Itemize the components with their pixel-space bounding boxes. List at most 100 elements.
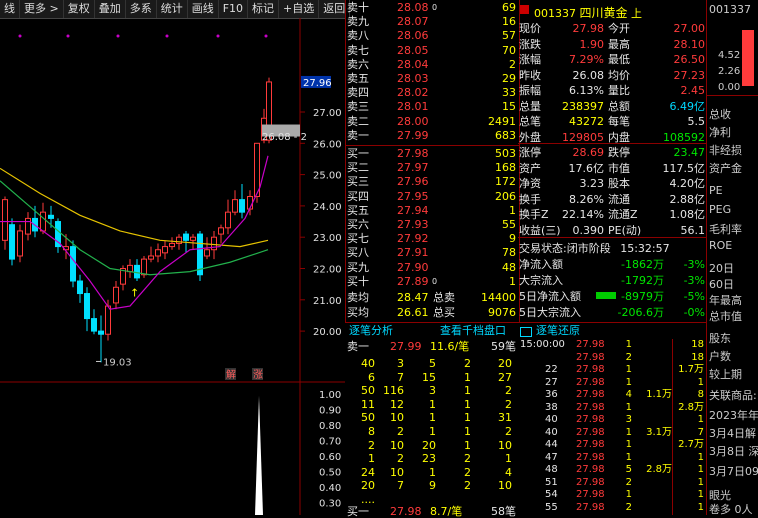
toolbar-item-7[interactable]: F10 [219,0,249,18]
low-label: 19.03 [103,357,132,368]
lower-tick-label: 0.80 [319,421,341,432]
queue-cell: 3 [397,357,404,370]
buy-level-7: 买七 27.92 9 [346,232,516,246]
quote2-row-label: 跌停 [608,146,630,159]
toolbar-item-1[interactable]: 更多 > [20,0,64,18]
book-price: 27.99 [397,128,429,142]
book-price: 27.91 [397,246,429,260]
quote-row-value: 27.98 [572,22,605,35]
quote2-row-label: PE(动) [608,223,642,237]
side-item: 股东 [709,332,731,345]
flow-value: -8979万 [621,290,664,303]
trade-status-label: 交易状态: [519,242,567,255]
avg-total-label: 总买 [433,305,455,319]
side-item: 较上期 [709,368,742,381]
queue-sell1-amount: 11.6/笔 [430,340,470,353]
tab-tick-analysis[interactable]: 逐笔分析 [349,324,393,338]
tab-thousand-depth[interactable]: 查看千档盘口 [440,324,506,338]
candle-body [113,286,119,304]
quote-row-label: 总笔 [519,115,541,128]
tab-tick-restore[interactable]: 逐笔还原 [536,324,580,338]
buy-level-3: 买三 27.96 172 [346,176,516,188]
quote2-row-label: 净资 [519,177,541,190]
book-volume: 16 [502,15,516,29]
tick-count: 18 [691,339,704,350]
toolbar-item-8[interactable]: 标记 [248,0,280,18]
tick-count: 1 [697,376,704,388]
lower-tick-label: 0.30 [319,499,341,510]
book-label: 买二 [347,161,369,175]
flow-row-0: 净流入额 -1862万 -3% [518,258,706,272]
toolbar-item-5[interactable]: 统计 [157,0,188,18]
queue-cell: 27 [498,370,512,384]
lower-tick-label: 0.50 [319,468,341,479]
quote2-row-label: 换手 [519,192,541,206]
queue-sell1-count: 59笔 [491,340,516,353]
book-volume: 2491 [488,114,516,128]
book-label: 卖七 [347,43,369,57]
trade-status-value: 闭市阶段 [566,242,611,255]
book-label: 买三 [347,175,369,189]
candle-body [25,217,31,235]
tick-volume: 1 [625,339,632,350]
book-label: 卖六 [347,57,369,71]
tick-time: 15:00:00 [520,339,565,350]
book-flag: 0 [432,3,438,12]
tick-time: 22 [545,364,558,375]
quote-row-value: 27.23 [673,68,706,82]
side-item: 年最高 [709,294,742,307]
kline-chart[interactable]: 27.00 26.00 25.00 24.00 23.00 22.00 21.00 20.00… [0,18,345,515]
flow-pct: -3% [683,258,705,271]
tick-time: 48 [545,464,558,475]
book-volume: 503 [495,147,516,160]
toolbar-item-3[interactable]: 叠加 [95,0,126,18]
tick-time: 47 [545,451,558,463]
top-dot [116,34,120,38]
quote-row-6: 总笔 43272 每笔 5.5 [518,115,706,129]
queue-buy1-label: 买一 [347,505,369,518]
queue-cell: 1 [464,370,471,384]
side-item: 非经损 [709,144,742,157]
toolbar-item-0[interactable]: 线 [0,0,20,18]
queue-cell: 50 [361,411,375,425]
queue-cell: 2 [505,425,512,438]
queue-cell: 4 [505,465,512,479]
side-mini-bar [742,30,754,86]
tick-scrollbar[interactable] [672,339,673,515]
queue-sell1-price: 27.99 [390,340,422,353]
side-mini-tick: 2.26 [718,66,741,77]
queue-cell: 20 [422,438,436,452]
queue-cell: 31 [498,411,512,425]
toolbar-item-2[interactable]: 复权 [64,0,95,18]
trade-status-time: 15:32:57 [620,242,670,255]
avg-total: 9076 [488,305,516,319]
buy-level-5: 买五 27.94 1 [346,204,516,217]
quote-row-value: 7.29% [569,53,604,66]
tick-price: 27.98 [576,451,605,463]
quote2-row-4: 换手Z 22.14% 流通Z 1.08亿 [518,208,706,222]
tick-price: 27.98 [576,426,605,438]
candle-body [232,199,238,213]
quote-row-value: 5.5 [687,115,706,128]
flow-label: 5日净流入额 [519,290,581,303]
candle-body [77,280,83,295]
buy-level-8: 买八 27.91 78 [346,247,516,259]
toolbar-item-4[interactable]: 多系 [126,0,157,18]
side-item: 2023年年 [709,409,758,422]
stock-title: 001337 四川黄金 上 [534,4,642,21]
book-volume: 48 [502,260,516,274]
buy-level-6: 买六 27.93 55 [346,218,516,231]
tick-volume: 1 [625,364,632,375]
toolbar-item-9[interactable]: +自选 [279,0,320,18]
quote-row-value: 26.08 [572,68,605,82]
book-price: 28.02 [397,86,429,100]
tick-time: 40 [545,414,558,425]
flow-label: 5日大宗流入 [519,306,581,319]
queue-cell: 1 [464,384,471,398]
tick-price: 27.98 [576,476,605,488]
tick-volume: 2 [625,351,632,363]
stock-suffix: 上 [631,7,643,20]
quote2-row-1: 资产 17.6亿 市值 117.5亿 [518,162,706,176]
toolbar-item-6[interactable]: 画线 [188,0,219,18]
book-volume: 9 [509,232,516,246]
